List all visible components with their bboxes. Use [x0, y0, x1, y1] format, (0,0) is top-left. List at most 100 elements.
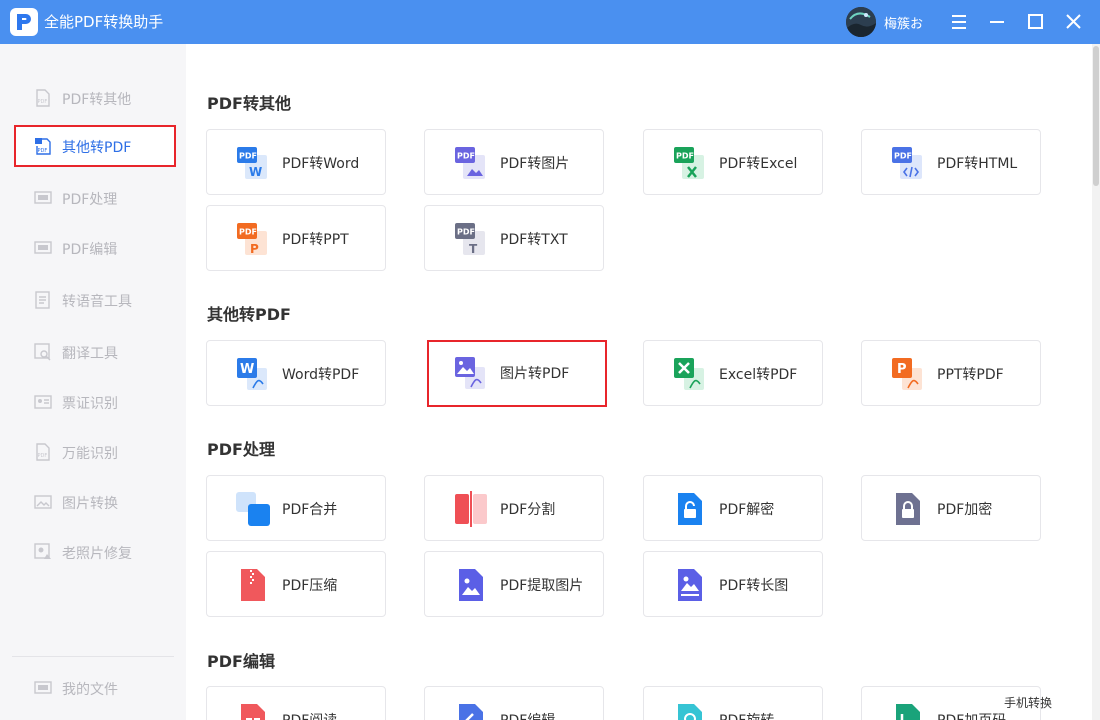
card-label: PDF转Word [282, 156, 360, 172]
sidebar-item-label: 我的文件 [62, 682, 118, 698]
document-icon [34, 291, 52, 309]
sidebar-item-pdf-edit[interactable]: PDF编辑 [14, 227, 176, 269]
sidebar-item-label: 票证识别 [62, 396, 118, 412]
section-title-pdf-edit: PDF编辑 [207, 652, 275, 671]
card-pdf-to-html[interactable]: PDF PDF转HTML [861, 129, 1041, 195]
sidebar-item-my-files[interactable]: 我的文件 [14, 667, 176, 709]
card-pdf-decrypt[interactable]: PDF解密 [643, 475, 823, 541]
card-pdf-to-image[interactable]: PDF PDF转图片 [424, 129, 604, 195]
card-pdf-to-excel[interactable]: PDF PDF转Excel [643, 129, 823, 195]
card-label: PDF转Excel [719, 156, 798, 172]
sidebar-item-ticket-recognition[interactable]: 票证识别 [14, 381, 176, 423]
sidebar-item-translate-tools[interactable]: 翻译工具 [14, 331, 176, 373]
card-pdf-read[interactable]: PDF阅读 [206, 686, 386, 720]
card-label: Excel转PDF [719, 367, 798, 383]
excel-to-pdf-icon [672, 356, 708, 392]
monitor-icon [34, 679, 52, 697]
app-logo-icon [10, 8, 38, 36]
split-icon [453, 491, 489, 527]
sidebar-item-pdf-to-other[interactable]: PDF PDF转其他 [14, 77, 176, 119]
minimize-icon[interactable] [985, 10, 1009, 34]
maximize-icon[interactable] [1023, 10, 1047, 34]
image-to-pdf-icon [453, 355, 489, 391]
compress-icon [235, 567, 271, 603]
svg-text:P: P [897, 362, 907, 377]
menu-icon[interactable] [947, 10, 971, 34]
user-avatar[interactable] [846, 7, 876, 37]
card-label: PDF解密 [719, 502, 775, 518]
card-pdf-to-word[interactable]: PDF W PDF转Word [206, 129, 386, 195]
svg-text:W: W [249, 165, 262, 179]
card-label: PDF加页码 [937, 710, 1006, 720]
app-title: 全能PDF转换助手 [44, 13, 164, 31]
sidebar-item-other-to-pdf[interactable]: PDF 其他转PDF [14, 125, 176, 167]
card-label: PDF转HTML [937, 156, 1018, 172]
card-pdf-edit[interactable]: PDF编辑 [424, 686, 604, 720]
svg-text:PDF: PDF [894, 152, 912, 161]
sidebar-item-pdf-processing[interactable]: PDF处理 [14, 177, 176, 219]
card-ppt-to-pdf[interactable]: P PPT转PDF [861, 340, 1041, 406]
svg-text:PDF: PDF [239, 152, 257, 161]
sidebar-item-label: PDF编辑 [62, 242, 118, 258]
card-pdf-to-txt[interactable]: PDF T PDF转TXT [424, 205, 604, 271]
pdf-to-html-icon: PDF [890, 145, 926, 181]
scrollbar-thumb[interactable] [1093, 46, 1099, 186]
svg-text:T: T [469, 242, 478, 256]
sidebar-item-label: 翻译工具 [62, 346, 118, 362]
sidebar-item-label: 万能识别 [62, 446, 118, 462]
svg-text:PDF: PDF [38, 99, 48, 105]
user-name[interactable]: 梅簇お [884, 13, 923, 32]
card-pdf-to-long-image[interactable]: PDF转长图 [643, 551, 823, 617]
svg-text:PDF: PDF [457, 152, 475, 161]
card-pdf-merge[interactable]: PDF合并 [206, 475, 386, 541]
card-pdf-extract-image[interactable]: PDF提取图片 [424, 551, 604, 617]
sidebar-item-image-convert[interactable]: 图片转换 [14, 481, 176, 523]
card-word-to-pdf[interactable]: W Word转PDF [206, 340, 386, 406]
monitor-icon [34, 239, 52, 257]
unlock-icon [672, 491, 708, 527]
sidebar-item-photo-restore[interactable]: 老照片修复 [14, 531, 176, 573]
word-to-pdf-icon: W [235, 356, 271, 392]
image-search-icon [34, 343, 52, 361]
pdf-file-icon: PDF [34, 137, 52, 155]
card-label: Word转PDF [282, 367, 360, 383]
read-icon [235, 702, 271, 720]
card-label: PDF转图片 [500, 156, 570, 172]
svg-text:PDF: PDF [457, 228, 475, 237]
card-label: PDF提取图片 [500, 578, 584, 594]
sidebar-item-label: 其他转PDF [62, 140, 132, 156]
sidebar-item-speech-tools[interactable]: 转语音工具 [14, 279, 176, 321]
sidebar-item-label: 转语音工具 [62, 294, 132, 310]
sidebar-item-universal-recognition[interactable]: PDF 万能识别 [14, 431, 176, 473]
svg-text:W: W [240, 362, 254, 377]
sidebar: PDF PDF转其他 PDF 其他转PDF PDF处理 PDF编辑 转语音工具 … [0, 44, 186, 720]
id-card-icon [34, 393, 52, 411]
extract-image-icon [453, 567, 489, 603]
pdf-file-icon: PDF [34, 89, 52, 107]
card-pdf-compress[interactable]: PDF压缩 [206, 551, 386, 617]
pdf-to-txt-icon: PDF T [453, 221, 489, 257]
card-excel-to-pdf[interactable]: Excel转PDF [643, 340, 823, 406]
card-pdf-rotate[interactable]: PDF旋转 [643, 686, 823, 720]
svg-text:PDF: PDF [676, 152, 694, 161]
card-label: PDF旋转 [719, 710, 774, 720]
sidebar-item-label: 老照片修复 [62, 546, 132, 562]
long-image-icon [672, 567, 708, 603]
card-pdf-to-ppt[interactable]: PDF P PDF转PPT [206, 205, 386, 271]
section-title-other-to-pdf: 其他转PDF [207, 305, 291, 324]
page-number-icon [890, 702, 926, 720]
section-title-pdf-processing: PDF处理 [207, 440, 275, 459]
card-label: PDF合并 [282, 502, 338, 518]
card-label: PDF加密 [937, 502, 993, 518]
card-pdf-split[interactable]: PDF分割 [424, 475, 604, 541]
rotate-icon [672, 702, 708, 720]
close-icon[interactable] [1061, 10, 1085, 34]
svg-text:P: P [250, 242, 259, 256]
card-label: PDF编辑 [500, 710, 555, 720]
card-label: 图片转PDF [500, 366, 570, 382]
svg-text:PDF: PDF [239, 228, 257, 237]
mobile-convert-link[interactable]: 手机转换 [1004, 694, 1052, 711]
card-pdf-encrypt[interactable]: PDF加密 [861, 475, 1041, 541]
card-image-to-pdf[interactable]: 图片转PDF [427, 340, 607, 407]
sidebar-divider [12, 656, 174, 657]
